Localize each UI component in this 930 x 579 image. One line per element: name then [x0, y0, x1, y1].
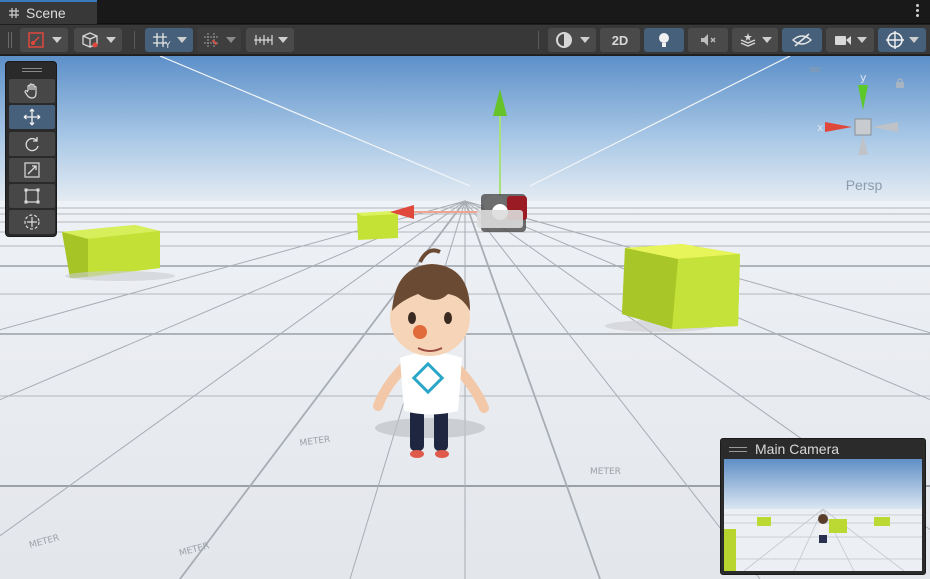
chevron-down-icon — [226, 37, 236, 43]
camera-preview-title: Main Camera — [755, 441, 840, 457]
overlay-drag-handle[interactable] — [22, 68, 42, 72]
meter-label: METER — [590, 467, 621, 477]
chevron-down-icon — [909, 37, 919, 43]
transform-icon — [24, 214, 40, 230]
cube-mid[interactable] — [357, 211, 398, 240]
gizmos-icon — [886, 31, 904, 49]
toolbar-separator — [134, 31, 135, 49]
rect-transform-icon — [24, 188, 40, 204]
grid-snap-dropdown[interactable]: Y — [145, 28, 193, 52]
gizmo-toggle-dropdown[interactable] — [20, 28, 68, 52]
mode-2d-label: 2D — [611, 32, 629, 48]
hidden-objects-toggle[interactable] — [782, 28, 822, 52]
lighting-toggle[interactable] — [644, 28, 684, 52]
draw-mode-icon — [556, 32, 572, 48]
camera-dropdown[interactable] — [826, 28, 874, 52]
tab-bar: Scene — [0, 0, 930, 24]
hand-icon — [24, 83, 37, 99]
camera-preview-header[interactable]: Main Camera — [721, 439, 925, 459]
grid-snap-icon: Y — [153, 33, 171, 49]
axis-x-label: x — [817, 121, 824, 134]
audio-mute-icon — [701, 34, 716, 46]
camera-icon — [835, 36, 851, 45]
audio-toggle[interactable] — [688, 28, 728, 52]
chevron-down-icon — [580, 37, 590, 43]
grid-hash-icon — [9, 8, 19, 18]
chevron-down-icon — [762, 37, 772, 43]
chevron-down-icon — [857, 37, 867, 43]
svg-text:Y: Y — [164, 41, 171, 49]
projection-label[interactable]: Persp — [810, 177, 918, 193]
effects-icon — [740, 33, 756, 47]
tab-scene[interactable]: Scene — [0, 0, 97, 24]
rect-tool[interactable] — [9, 184, 55, 208]
lighting-icon — [659, 33, 669, 47]
ruler-icon — [254, 35, 273, 45]
hidden-objects-icon — [791, 33, 813, 47]
camera-preview-overlay: Main Camera — [720, 438, 926, 575]
scene-window: Scene Y 2D METER METER METER METER y x P… — [0, 0, 930, 579]
increment-snap-dropdown[interactable] — [197, 28, 241, 52]
cube-left[interactable] — [62, 225, 175, 281]
move-tool[interactable] — [9, 105, 55, 129]
transform-tool[interactable] — [9, 210, 55, 234]
toolbar-grip[interactable] — [8, 32, 12, 48]
effects-dropdown[interactable] — [732, 28, 778, 52]
increment-snap-icon — [204, 33, 218, 47]
toolbar-separator — [538, 31, 539, 49]
camera-preview-image — [724, 459, 922, 571]
rotate-tool[interactable] — [9, 132, 55, 156]
lock-icon[interactable] — [894, 77, 906, 89]
overlay-drag-handle[interactable] — [729, 446, 747, 452]
hand-tool[interactable] — [9, 79, 55, 103]
gizmo-toggle-icon — [28, 32, 44, 48]
chevron-down-icon — [177, 37, 187, 43]
scene-toolbar: Y 2D — [0, 25, 930, 55]
shaded-cube-dropdown[interactable] — [74, 28, 122, 52]
kebab-menu-icon[interactable] — [916, 4, 920, 20]
gizmos-dropdown[interactable] — [878, 28, 926, 52]
camera-preview-render — [724, 459, 922, 571]
chevron-down-icon — [106, 37, 116, 43]
shaded-cube-icon — [82, 32, 98, 48]
tab-scene-label: Scene — [26, 5, 66, 21]
axis-y-label: y — [860, 71, 867, 84]
rotate-icon — [25, 137, 39, 152]
scale-tool[interactable] — [9, 158, 55, 182]
mode-2d-button[interactable]: 2D — [600, 28, 640, 52]
chevron-down-icon — [52, 37, 62, 43]
chevron-down-icon — [278, 37, 288, 43]
scale-icon — [24, 162, 40, 178]
move-arrows-icon — [23, 108, 41, 126]
tools-overlay — [5, 61, 57, 237]
draw-mode-dropdown[interactable] — [548, 28, 596, 52]
orientation-gizmo[interactable]: y x Persp — [800, 60, 925, 195]
ruler-dropdown[interactable] — [246, 28, 294, 52]
